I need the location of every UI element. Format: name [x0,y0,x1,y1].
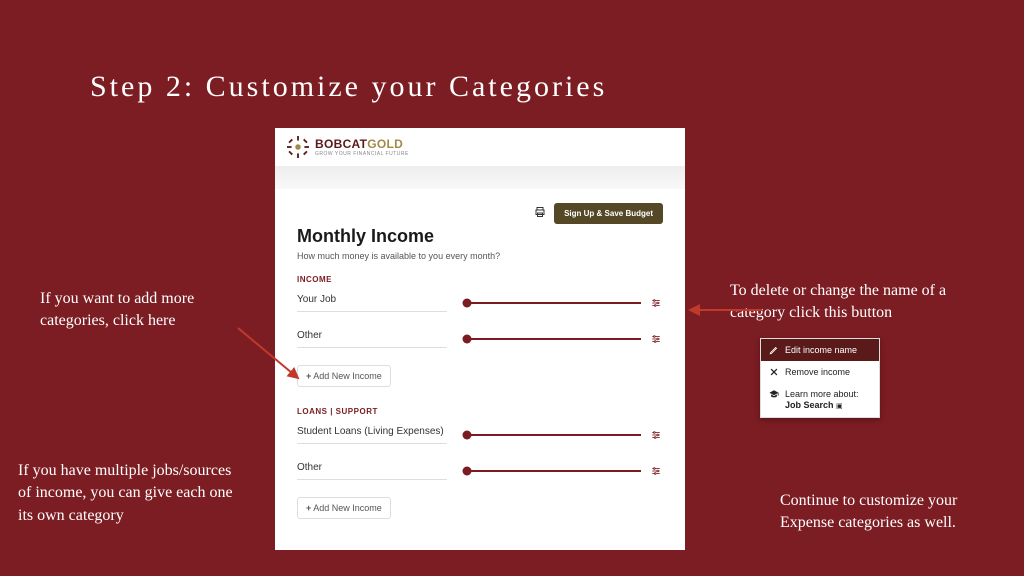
popup-learn-topic: Job Search [785,400,834,410]
page-heading: Monthly Income [297,226,663,247]
add-loans-label: Add New Income [313,503,382,513]
row-label[interactable]: Student Loans (Living Expenses) [297,426,447,444]
print-icon[interactable] [534,205,546,223]
popup-remove-label: Remove income [785,367,850,377]
slider[interactable] [467,434,641,436]
row-options-button[interactable] [649,430,663,440]
annotation-continue: Continue to customize your Expense categ… [780,490,1000,535]
popup-learn-label: Learn more about: [785,389,859,399]
popup-remove[interactable]: Remove income [761,361,879,383]
hero-strip [275,167,685,189]
logo-text: BOBCATGOLD GROW YOUR FINANCIAL FUTURE [315,138,409,157]
signup-button[interactable]: Sign Up & Save Budget [554,203,663,224]
logo-brand2: GOLD [367,137,403,151]
income-row: Your Job [297,294,663,312]
row-options-button[interactable] [649,334,663,344]
annotation-multiple-jobs: If you have multiple jobs/sources of inc… [18,460,238,527]
row-options-button[interactable] [649,298,663,308]
slide-title: Step 2: Customize your Categories [90,70,607,104]
income-row: Other [297,330,663,348]
slider[interactable] [467,470,641,472]
app-header: BOBCATGOLD GROW YOUR FINANCIAL FUTURE [275,128,685,167]
pencil-icon [769,345,779,355]
close-icon [769,367,779,377]
add-loans-button[interactable]: +Add New Income [297,497,391,519]
popup-learn[interactable]: Learn more about:Job Search ▣ [761,383,879,417]
app-content: Sign Up & Save Budget Monthly Income How… [275,189,685,525]
logo-icon [287,136,309,158]
logo-brand1: BOBCAT [315,137,367,151]
add-income-label: Add New Income [313,371,382,381]
graduation-cap-icon [769,389,779,399]
popup-edit[interactable]: Edit income name [761,339,879,361]
loans-row: Student Loans (Living Expenses) [297,426,663,444]
add-income-button[interactable]: +Add New Income [297,365,391,387]
options-popup: Edit income name Remove income Learn mor… [760,338,880,418]
popup-edit-label: Edit income name [785,345,857,355]
loans-row: Other [297,462,663,480]
row-label[interactable]: Other [297,330,447,348]
annotation-delete-change: To delete or change the name of a catego… [730,280,1000,325]
logo-tagline: GROW YOUR FINANCIAL FUTURE [315,152,409,157]
page-subheading: How much money is available to you every… [297,251,663,261]
row-label[interactable]: Your Job [297,294,447,312]
section-label-loans: LOANS | SUPPORT [297,407,663,416]
row-label[interactable]: Other [297,462,447,480]
app-screenshot: BOBCATGOLD GROW YOUR FINANCIAL FUTURE Si… [275,128,685,550]
slider[interactable] [467,302,641,304]
section-label-income: INCOME [297,275,663,284]
row-options-button[interactable] [649,466,663,476]
annotation-add-more: If you want to add more categories, clic… [40,288,255,333]
slider[interactable] [467,338,641,340]
